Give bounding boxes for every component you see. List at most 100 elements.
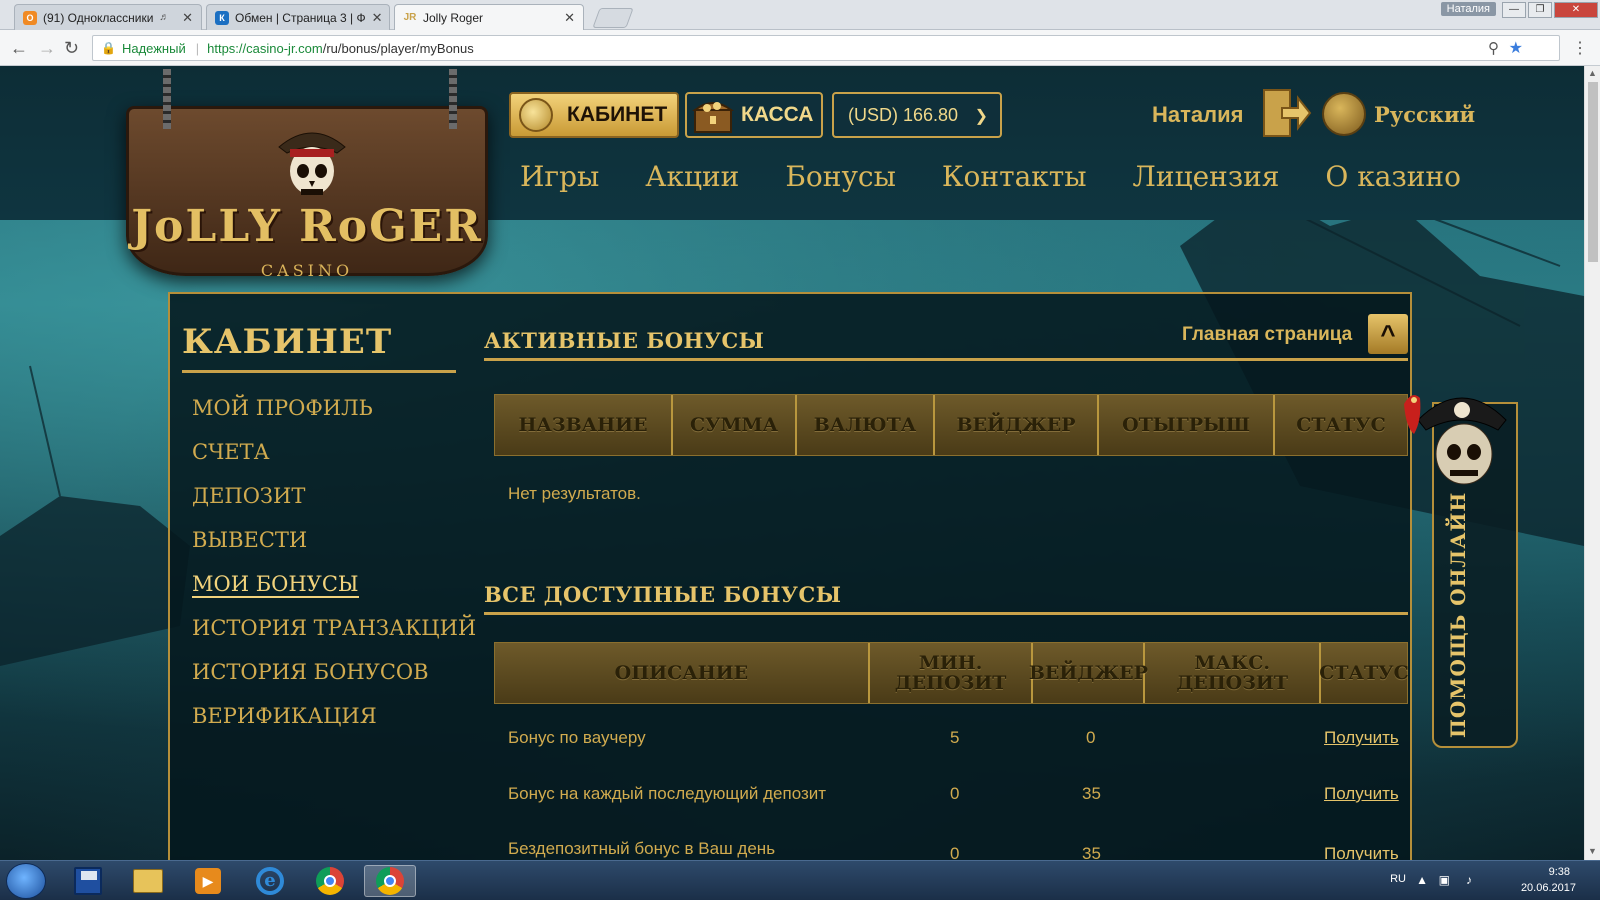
- get-bonus-link[interactable]: Получить: [1324, 784, 1399, 804]
- browser-tab-obmen[interactable]: К Обмен | Страница 3 | Ф ✕: [206, 4, 390, 30]
- bonus-min-deposit: 0: [950, 844, 960, 860]
- home-page-link[interactable]: Главная страница: [1182, 324, 1352, 346]
- clock-date[interactable]: 20.06.2017: [1521, 882, 1576, 894]
- close-window-button[interactable]: ✕: [1554, 2, 1598, 18]
- get-bonus-link[interactable]: Получить: [1324, 844, 1398, 860]
- column-header-min-deposit[interactable]: МИН. ДЕПОЗИТ: [870, 643, 1034, 703]
- bonus-description: Бонус по ваучеру: [508, 728, 646, 747]
- browser-tab-jolly-roger[interactable]: JR Jolly Roger ✕: [394, 4, 584, 30]
- sidebar-item-deposit[interactable]: ДЕПОЗИТ: [192, 482, 476, 526]
- column-header-playthrough[interactable]: ОТЫГРЫШ: [1099, 395, 1275, 455]
- close-tab-icon[interactable]: ✕: [182, 10, 193, 26]
- table-row: Бездепозитный бонус в Ваш день рождения …: [508, 840, 1398, 860]
- page-scrollbar[interactable]: ▲ ▼: [1584, 66, 1600, 860]
- sidebar-item-withdraw[interactable]: ВЫВЕСТИ: [192, 526, 476, 570]
- lock-icon: 🔒: [101, 41, 116, 55]
- table-row: Бонус по ваучеру 5 0 Получить: [508, 728, 1399, 784]
- get-bonus-link[interactable]: Получить: [1324, 728, 1399, 748]
- cabinet-panel: КАБИНЕТ МОЙ ПРОФИЛЬ СЧЕТА ДЕПОЗИТ ВЫВЕСТ…: [168, 292, 1412, 860]
- kassa-button[interactable]: КАССА: [685, 92, 823, 138]
- address-bar[interactable]: 🔒 Надежный | https://casino-jr.com /ru/b…: [92, 35, 1560, 61]
- internet-explorer-icon[interactable]: e: [244, 865, 296, 897]
- logout-icon[interactable]: [1260, 86, 1312, 140]
- active-bonuses-title: АКТИВНЫЕ БОНУСЫ: [484, 328, 765, 353]
- table-row: Бонус на каждый последующий депозит 0 35…: [508, 784, 1399, 840]
- balance-dropdown[interactable]: (USD) 166.80 ❯: [832, 92, 1002, 138]
- file-explorer-icon[interactable]: [122, 865, 174, 897]
- restore-window-button[interactable]: ❐: [1528, 2, 1552, 18]
- forward-arrow-icon[interactable]: →: [38, 38, 56, 59]
- column-header-max-deposit[interactable]: МАКС. ДЕПОЗИТ: [1145, 643, 1321, 703]
- keyboard-language-indicator[interactable]: RU: [1390, 873, 1406, 885]
- zoom-icon[interactable]: ⚲: [1488, 39, 1499, 57]
- browser-menu-icon[interactable]: ⋮: [1572, 38, 1588, 58]
- minimize-window-button[interactable]: —: [1502, 2, 1526, 18]
- cabinet-button[interactable]: КАБИНЕТ: [509, 92, 679, 138]
- scroll-up-arrow-icon[interactable]: ▲: [1588, 68, 1597, 78]
- secure-label: Надежный: [121, 40, 186, 56]
- reload-icon[interactable]: ↻: [64, 38, 79, 59]
- skull-icon: [278, 132, 346, 195]
- column-header-wager[interactable]: ВЕЙДЖЕР: [935, 395, 1099, 455]
- nav-promotions[interactable]: Акции: [645, 160, 739, 193]
- nav-contacts[interactable]: Контакты: [942, 160, 1087, 193]
- media-player-icon[interactable]: ▶: [182, 865, 234, 897]
- sidebar-item-verification[interactable]: ВЕРИФИКАЦИЯ: [192, 702, 476, 746]
- available-bonuses-divider: [484, 612, 1408, 615]
- nav-license[interactable]: Лицензия: [1133, 160, 1280, 193]
- network-icon[interactable]: ▣: [1439, 873, 1450, 887]
- column-header-status[interactable]: СТАТУС: [1275, 395, 1407, 455]
- scroll-up-icon[interactable]: ^: [1368, 314, 1408, 354]
- column-header-wager[interactable]: ВЕЙДЖЕР: [1029, 643, 1148, 703]
- active-bonuses-table-header: НАЗВАНИЕ СУММА ВАЛЮТА ВЕЙДЖЕР ОТЫГРЫШ СТ…: [494, 394, 1408, 456]
- close-tab-icon[interactable]: ✕: [372, 10, 383, 26]
- column-header-currency[interactable]: ВАЛЮТА: [797, 395, 935, 455]
- globe-icon[interactable]: [1322, 92, 1366, 136]
- clock-time[interactable]: 9:38: [1549, 866, 1570, 878]
- tab-title: Jolly Roger: [423, 10, 484, 25]
- active-bonuses-divider: [484, 358, 1408, 361]
- new-tab-button[interactable]: [592, 8, 634, 28]
- close-tab-icon[interactable]: ✕: [564, 10, 575, 26]
- column-header-name[interactable]: НАЗВАНИЕ: [495, 395, 673, 455]
- available-bonuses-title: ВСЕ ДОСТУПНЫЕ БОНУСЫ: [484, 582, 842, 607]
- nav-games[interactable]: Игры: [520, 160, 599, 193]
- browser-tab-strip: O (91) Одноклассники ♬ ✕ К Обмен | Стран…: [0, 0, 1600, 30]
- sidebar-item-bonus-history[interactable]: ИСТОРИЯ БОНУСОВ: [192, 658, 476, 702]
- browser-tab-odnoklassniki[interactable]: O (91) Одноклассники ♬ ✕: [14, 4, 202, 30]
- available-bonuses-table-header: ОПИСАНИЕ МИН. ДЕПОЗИТ ВЕЙДЖЕР МАКС. ДЕПО…: [494, 642, 1409, 704]
- window-user-badge[interactable]: Наталия: [1440, 2, 1496, 16]
- scrollbar-thumb[interactable]: [1588, 82, 1598, 262]
- show-hidden-icons-icon[interactable]: ▲: [1416, 873, 1428, 887]
- column-header-status[interactable]: СТАТУС: [1319, 643, 1408, 703]
- column-header-amount[interactable]: СУММА: [673, 395, 797, 455]
- windows-start-icon[interactable]: [6, 863, 46, 899]
- speaker-icon[interactable]: ♬: [159, 12, 169, 23]
- tab-title: Обмен | Страница 3 | Ф: [235, 10, 366, 25]
- bookmark-star-icon[interactable]: ★: [1509, 38, 1523, 58]
- sidebar-item-transaction-history[interactable]: ИСТОРИЯ ТРАНЗАКЦИЙ: [192, 614, 476, 658]
- sidebar-item-profile[interactable]: МОЙ ПРОФИЛЬ: [192, 394, 476, 438]
- jolly-roger-favicon-icon: JR: [403, 11, 417, 23]
- column-header-description[interactable]: ОПИСАНИЕ: [495, 643, 870, 703]
- url-path: /ru/bonus/player/myBonus: [322, 40, 474, 56]
- bonus-wager: 35: [1082, 844, 1101, 860]
- nav-bonuses[interactable]: Бонусы: [785, 160, 896, 193]
- back-arrow-icon[interactable]: ←: [10, 38, 28, 59]
- nav-about[interactable]: О казино: [1325, 160, 1461, 193]
- logo-subtitle: CASINO: [260, 261, 354, 280]
- chrome-icon[interactable]: [304, 865, 356, 897]
- volume-icon[interactable]: ♪: [1466, 873, 1472, 887]
- username-link[interactable]: Наталия: [1152, 102, 1243, 128]
- save-floppy-icon[interactable]: [62, 865, 114, 897]
- scroll-down-arrow-icon[interactable]: ▼: [1588, 846, 1597, 856]
- sidebar-item-accounts[interactable]: СЧЕТА: [192, 438, 476, 482]
- windows-taskbar: ▶ e RU ▲ ▣ ♪ 9:38 20.06.2017: [0, 860, 1600, 900]
- logo-chain-left: [163, 69, 171, 129]
- sidebar-divider: [182, 370, 456, 373]
- sidebar-item-my-bonuses[interactable]: МОИ БОНУСЫ: [192, 570, 476, 614]
- language-selector[interactable]: Русский: [1374, 102, 1475, 127]
- jolly-roger-logo[interactable]: JoLLY RoGER CASINO: [126, 69, 488, 280]
- address-separator: |: [195, 40, 200, 56]
- chrome-active-window-icon[interactable]: [364, 865, 416, 897]
